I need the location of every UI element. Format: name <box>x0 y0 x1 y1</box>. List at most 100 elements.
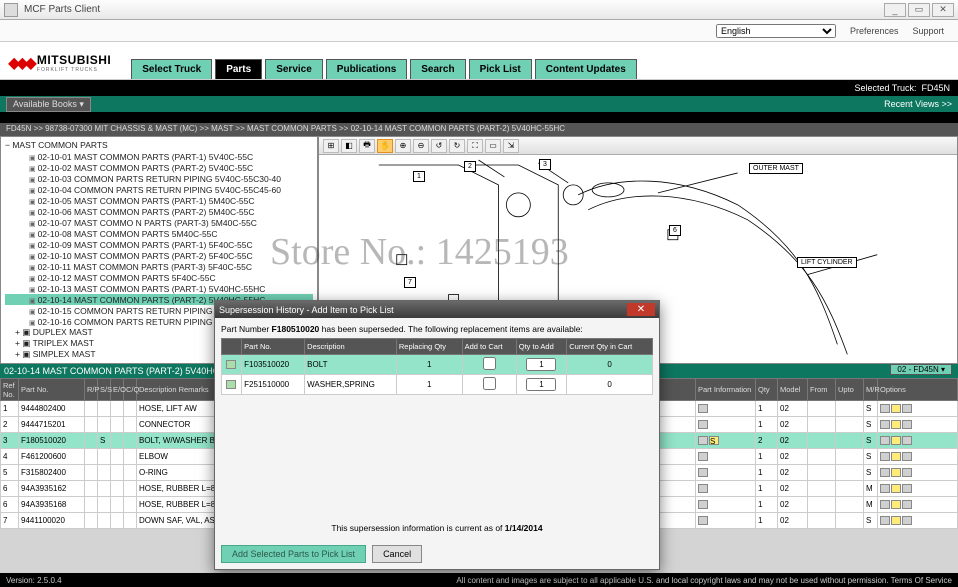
tool-button[interactable]: ⊖ <box>413 139 429 153</box>
tool-button[interactable]: ⊕ <box>395 139 411 153</box>
available-books-button[interactable]: Available Books ▾ <box>6 97 91 112</box>
tool-button[interactable]: ⊞ <box>323 139 339 153</box>
column-header: Current Qty in Cart <box>567 339 653 355</box>
tool-button[interactable]: ↻ <box>449 139 465 153</box>
tool-button[interactable]: ▭ <box>485 139 501 153</box>
tree-item[interactable]: 02-10-10 MAST COMMON PARTS (PART-2) 5F40… <box>5 250 313 261</box>
callout[interactable]: 7 <box>404 277 416 288</box>
tool-button[interactable]: ⇲ <box>503 139 519 153</box>
recent-views-link[interactable]: Recent Views >> <box>884 99 952 109</box>
column-header: Description <box>305 339 397 355</box>
tree-item[interactable]: 02-10-12 MAST COMMON PARTS 5F40C-55C <box>5 272 313 283</box>
minimize-button[interactable]: _ <box>884 3 906 17</box>
callout[interactable]: 1 <box>413 171 425 182</box>
tool-button-active[interactable]: ✋ <box>377 139 393 153</box>
replacement-row[interactable]: F103510020BOLT10 <box>222 355 653 375</box>
column-header[interactable]: From <box>808 379 836 401</box>
preferences-link[interactable]: Preferences <box>850 26 899 36</box>
column-header: Part No. <box>242 339 305 355</box>
qty-input[interactable] <box>526 358 556 371</box>
tool-button[interactable]: ◧ <box>341 139 357 153</box>
qty-input[interactable] <box>526 378 556 391</box>
tab-publications[interactable]: Publications <box>326 59 407 79</box>
column-header[interactable]: Part No. <box>19 379 85 401</box>
add-to-cart-checkbox[interactable] <box>483 377 496 390</box>
tree-item[interactable]: 02-10-01 MAST COMMON PARTS (PART-1) 5V40… <box>5 151 313 162</box>
add-to-picklist-button[interactable]: Add Selected Parts to Pick List <box>221 545 366 563</box>
tab-parts[interactable]: Parts <box>215 59 262 79</box>
dialog-title: Supersession History - Add Item to Pick … <box>219 305 394 315</box>
dialog-note: This supersession information is current… <box>221 523 653 533</box>
tree-item[interactable]: 02-10-06 MAST COMMON PARTS (PART-2) 5M40… <box>5 206 313 217</box>
model-selector[interactable]: 02 - FD45N ▾ <box>890 364 952 375</box>
dialog-message: Part Number F180510020 has been supersed… <box>221 324 653 334</box>
cancel-button[interactable]: Cancel <box>372 545 422 563</box>
column-header[interactable]: S/S <box>98 379 111 401</box>
language-select[interactable]: English <box>716 24 836 38</box>
logo-subtext: FORKLIFT TRUCKS <box>37 67 111 73</box>
tree-item[interactable]: 02-10-07 MAST COMMO N PARTS (PART-3) 5M4… <box>5 217 313 228</box>
dialog-close-button[interactable]: ✕ <box>627 303 655 316</box>
tab-select-truck[interactable]: Select Truck <box>131 59 212 79</box>
column-header[interactable]: C/Q <box>124 379 137 401</box>
window-titlebar: MCF Parts Client _ ▭ ✕ <box>0 0 958 20</box>
dialog-titlebar[interactable]: Supersession History - Add Item to Pick … <box>215 301 659 318</box>
header: ◆◆◆ MITSUBISHI FORKLIFT TRUCKS Select Tr… <box>0 42 958 80</box>
breadcrumb[interactable]: FD45N >> 98738-07300 MIT CHASSIS & MAST … <box>0 123 958 136</box>
version-text: Version: 2.5.0.4 <box>6 576 62 585</box>
tree-item[interactable]: 02-10-08 MAST COMMON PARTS 5M40C-55C <box>5 228 313 239</box>
tab-search[interactable]: Search <box>410 59 465 79</box>
tool-button[interactable]: 🖶 <box>359 139 375 153</box>
logo-icon: ◆◆◆ <box>8 53 33 73</box>
tab-service[interactable]: Service <box>265 59 323 79</box>
maximize-button[interactable]: ▭ <box>908 3 930 17</box>
books-bar: Available Books ▾ Recent Views >> <box>0 96 958 112</box>
tree-item[interactable]: 02-10-02 MAST COMMON PARTS (PART-2) 5V40… <box>5 162 313 173</box>
column-header: Qty to Add <box>516 339 566 355</box>
column-header[interactable]: Qty <box>756 379 778 401</box>
separator-bar <box>0 112 958 123</box>
main-tabs: Select TruckPartsServicePublicationsSear… <box>131 59 636 79</box>
selected-truck-label: Selected Truck: <box>854 83 916 93</box>
tree-item[interactable]: 02-10-11 MAST COMMON PARTS (PART-3) 5F40… <box>5 261 313 272</box>
tree-item[interactable]: 02-10-13 MAST COMMON PARTS (PART-1) 5V40… <box>5 283 313 294</box>
tree-item[interactable]: 02-10-04 COMMON PARTS RETURN PIPING 5V40… <box>5 184 313 195</box>
tab-pick-list[interactable]: Pick List <box>469 59 532 79</box>
replacement-table[interactable]: Part No.DescriptionReplacing QtyAdd to C… <box>221 338 653 395</box>
column-header[interactable]: R/P <box>85 379 98 401</box>
top-toolbar: English Preferences Support <box>0 20 958 42</box>
support-link[interactable]: Support <box>912 26 944 36</box>
callout[interactable]: 6 <box>669 225 681 236</box>
callout[interactable]: 3 <box>539 159 551 170</box>
diagram-toolbar: ⊞ ◧ 🖶 ✋ ⊕ ⊖ ↺ ↻ ⛶ ▭ ⇲ <box>319 137 957 155</box>
close-button[interactable]: ✕ <box>932 3 954 17</box>
tree-item[interactable]: 02-10-03 COMMON PARTS RETURN PIPING 5V40… <box>5 173 313 184</box>
selected-truck-bar: Selected Truck: FD45N <box>0 80 958 96</box>
tool-button[interactable]: ⛶ <box>467 139 483 153</box>
diagram-label: LIFT CYLINDER <box>797 257 857 268</box>
tree-root[interactable]: − MAST COMMON PARTS <box>5 139 313 151</box>
column-header[interactable]: Model <box>778 379 808 401</box>
app-icon <box>4 3 18 17</box>
callout[interactable]: 2 <box>464 161 476 172</box>
tree-item[interactable]: 02-10-09 MAST COMMON PARTS (PART-1) 5F40… <box>5 239 313 250</box>
column-header: Replacing Qty <box>396 339 462 355</box>
add-to-cart-checkbox[interactable] <box>483 357 496 370</box>
column-header[interactable]: Ref No. <box>1 379 19 401</box>
footer: Version: 2.5.0.4 All content and images … <box>0 573 958 587</box>
column-header[interactable]: Options <box>878 379 958 401</box>
logo: ◆◆◆ MITSUBISHI FORKLIFT TRUCKS <box>8 53 111 73</box>
tab-content-updates[interactable]: Content Updates <box>535 59 637 79</box>
tool-button[interactable]: ↺ <box>431 139 447 153</box>
legal-text: All content and images are subject to al… <box>456 576 952 585</box>
selected-truck-value: FD45N <box>921 83 950 93</box>
window-title: MCF Parts Client <box>24 4 884 15</box>
supersession-dialog: Supersession History - Add Item to Pick … <box>214 300 660 570</box>
replacement-row[interactable]: F251510000WASHER,SPRING10 <box>222 375 653 395</box>
column-header[interactable]: E/O <box>111 379 124 401</box>
column-header[interactable]: M/R <box>864 379 878 401</box>
table-title: 02-10-14 MAST COMMON PARTS (PART-2) 5V40… <box>4 366 245 376</box>
column-header[interactable]: Part Information <box>696 379 756 401</box>
tree-item[interactable]: 02-10-05 MAST COMMON PARTS (PART-1) 5M40… <box>5 195 313 206</box>
column-header[interactable]: Upto <box>836 379 864 401</box>
